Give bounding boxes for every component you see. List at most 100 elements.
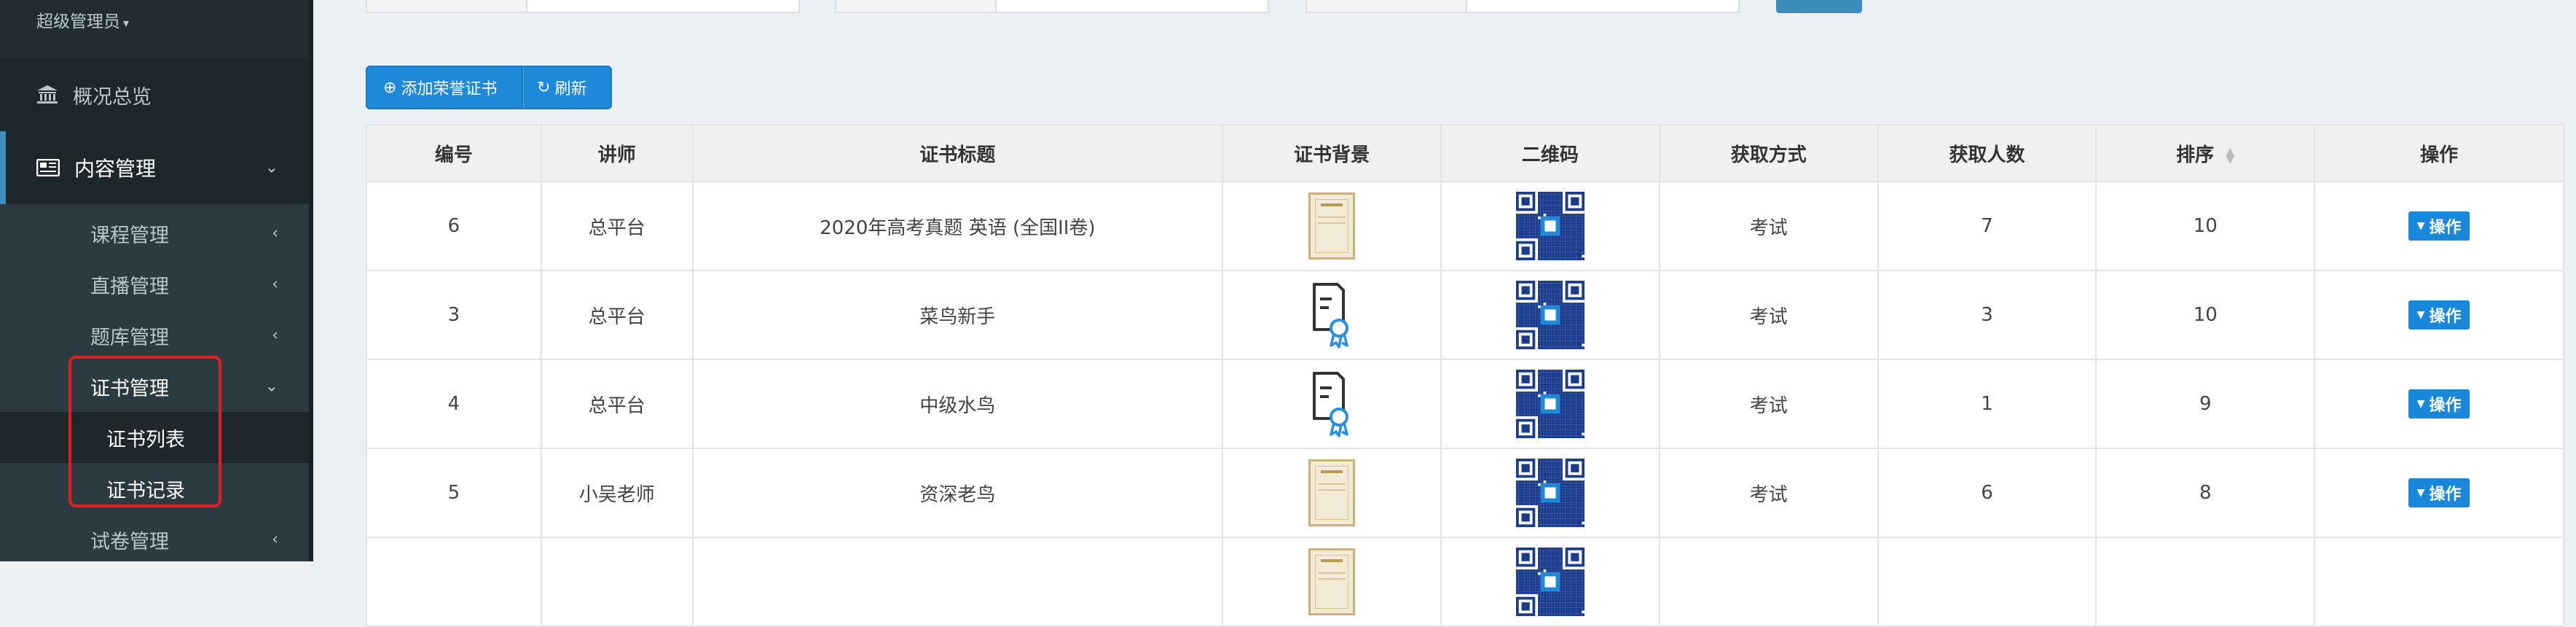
column-header: 操作: [2314, 124, 2564, 182]
table-row: 3 总平台 菜鸟新手 考试 3 10 ▼ 操作: [366, 270, 2564, 360]
sidebar-item-content[interactable]: 内容管理 ⌄: [0, 131, 309, 204]
sidebar-item-label: 题库管理: [90, 326, 169, 349]
newspaper-icon: [36, 158, 60, 177]
cell-title: 2020年高考真题 英语 (全国II卷): [691, 181, 1224, 271]
column-header: 二维码: [1440, 124, 1660, 182]
cell-operation: ▼ 操作: [2314, 181, 2564, 271]
sidebar-item-label: 概况总览: [73, 85, 152, 109]
sidebar-item-live[interactable]: 直播管理 ‹: [0, 259, 309, 310]
cell-teacher: 小吴老师: [540, 448, 694, 538]
caret-down-icon: ▼: [2416, 398, 2425, 410]
cell-method: 考试: [1658, 448, 1879, 538]
filter-label: [836, 0, 997, 12]
operation-label: 操作: [2429, 308, 2462, 326]
add-certificate-label: 添加荣誉证书: [401, 80, 498, 98]
operation-label: 操作: [2429, 219, 2462, 237]
operation-dropdown-button[interactable]: ▼ 操作: [2408, 389, 2470, 418]
cell-id: 6: [366, 181, 542, 271]
sidebar-item-label: 直播管理: [90, 275, 169, 298]
sidebar: 超级管理员 ▾ 概况总览 内容管理 ⌄ 课程管理 ‹ 直播管理 ‹ 题库管理 ‹…: [0, 0, 313, 561]
cell-id: [366, 537, 542, 627]
certificate-background-image: [1308, 459, 1356, 526]
certificate-icon: [1313, 372, 1349, 437]
main-content: ⊕ 添加荣誉证书 ↻ 刷新 编号 讲师 证书标题 证书背景 二维码 获取方式 获…: [313, 0, 2576, 627]
sidebar-item-course[interactable]: 课程管理 ‹: [0, 208, 309, 259]
caret-down-icon: ▼: [2416, 220, 2425, 232]
operation-dropdown-button[interactable]: ▼ 操作: [2408, 211, 2470, 241]
cell-method: 考试: [1658, 270, 1879, 360]
operation-dropdown-button[interactable]: ▼ 操作: [2408, 478, 2470, 507]
column-header: 获取人数: [1877, 124, 2097, 182]
chevron-left-icon: ‹: [272, 326, 278, 345]
cell-sort: [2095, 537, 2316, 627]
table-row: 5 小吴老师 资深老鸟 考试 6 8 ▼ 操作: [366, 448, 2564, 538]
cell-background: [1222, 270, 1442, 360]
sidebar-item-label: 课程管理: [90, 224, 169, 247]
caret-down-icon: ▾: [123, 16, 130, 30]
cell-title: 中级水鸟: [691, 359, 1224, 449]
qr-code-icon: [1515, 192, 1585, 260]
caret-down-icon: ▼: [2416, 487, 2425, 499]
column-header-sort[interactable]: 排序 ▲ ▼: [2095, 124, 2316, 182]
user-role-label: 超级管理员: [36, 12, 120, 31]
filter-label: [1307, 0, 1467, 12]
column-header-label: 排序: [2176, 144, 2215, 166]
chevron-left-icon: ‹: [272, 530, 278, 549]
cell-teacher: 总平台: [540, 359, 694, 449]
cell-operation: [2314, 537, 2564, 627]
qr-code-icon: [1515, 281, 1585, 349]
refresh-icon: ↻: [537, 78, 551, 97]
cell-qrcode: [1440, 270, 1660, 360]
cell-method: 考试: [1658, 181, 1879, 271]
cell-count: 6: [1877, 448, 2097, 538]
sidebar-item-exam-papers[interactable]: 试卷管理 ‹: [0, 514, 309, 565]
cell-id: 5: [366, 448, 542, 538]
filter-field[interactable]: [366, 0, 800, 13]
caret-down-icon: ▼: [2416, 309, 2425, 321]
sidebar-item-label: 内容管理: [74, 157, 157, 181]
user-role-dropdown[interactable]: 超级管理员 ▾: [36, 7, 129, 32]
qr-code-icon: [1515, 548, 1585, 616]
refresh-label: 刷新: [554, 80, 587, 98]
cell-background: [1222, 448, 1442, 538]
cell-title: 菜鸟新手: [691, 270, 1224, 360]
certificate-table: 编号 讲师 证书标题 证书背景 二维码 获取方式 获取人数 排序 ▲ ▼ 操作 6总…: [366, 124, 2564, 627]
cell-qrcode: [1440, 537, 1660, 627]
cell-qrcode: [1440, 181, 1660, 271]
qr-code-icon: [1515, 370, 1585, 438]
cell-qrcode: [1440, 448, 1660, 538]
table-row: 6 总平台 2020年高考真题 英语 (全国II卷) 考试 7 10 ▼ 操作: [366, 181, 2564, 271]
refresh-button[interactable]: ↻ 刷新: [523, 66, 612, 109]
bank-icon: [36, 84, 58, 106]
chevron-down-icon: ⌄: [264, 377, 278, 396]
cell-operation: ▼ 操作: [2314, 448, 2564, 538]
certificate-background-image: [1308, 548, 1356, 615]
plus-circle-icon: ⊕: [383, 78, 397, 97]
add-certificate-button[interactable]: ⊕ 添加荣誉证书: [366, 66, 523, 109]
chevron-down-icon: ⌄: [264, 158, 278, 177]
cell-teacher: 总平台: [540, 181, 694, 271]
cell-count: [1877, 537, 2097, 627]
search-button[interactable]: [1776, 0, 1862, 13]
cell-method: [1658, 537, 1879, 627]
cell-title: 资深老鸟: [691, 448, 1224, 538]
sort-icon[interactable]: ▲ ▼: [2226, 146, 2234, 165]
cell-id: 4: [366, 359, 542, 449]
sidebar-item-question-bank[interactable]: 题库管理 ‹: [0, 310, 309, 361]
filter-field[interactable]: [835, 0, 1269, 13]
filter-field[interactable]: [1305, 0, 1740, 13]
sidebar-item-label: 试卷管理: [90, 530, 169, 553]
cell-operation: ▼ 操作: [2314, 270, 2564, 360]
column-header: 获取方式: [1658, 124, 1879, 182]
sidebar-item-overview[interactable]: 概况总览: [0, 58, 309, 131]
cell-sort: 10: [2095, 270, 2316, 360]
cell-method: 考试: [1658, 359, 1879, 449]
table-row: [366, 537, 2564, 627]
cell-sort: 8: [2095, 448, 2316, 538]
operation-dropdown-button[interactable]: ▼ 操作: [2408, 300, 2470, 330]
cell-background: [1222, 359, 1442, 449]
certificate-icon: [1313, 283, 1349, 348]
cell-background: [1222, 181, 1442, 271]
cell-operation: ▼ 操作: [2314, 359, 2564, 449]
cell-id: 3: [366, 270, 542, 360]
